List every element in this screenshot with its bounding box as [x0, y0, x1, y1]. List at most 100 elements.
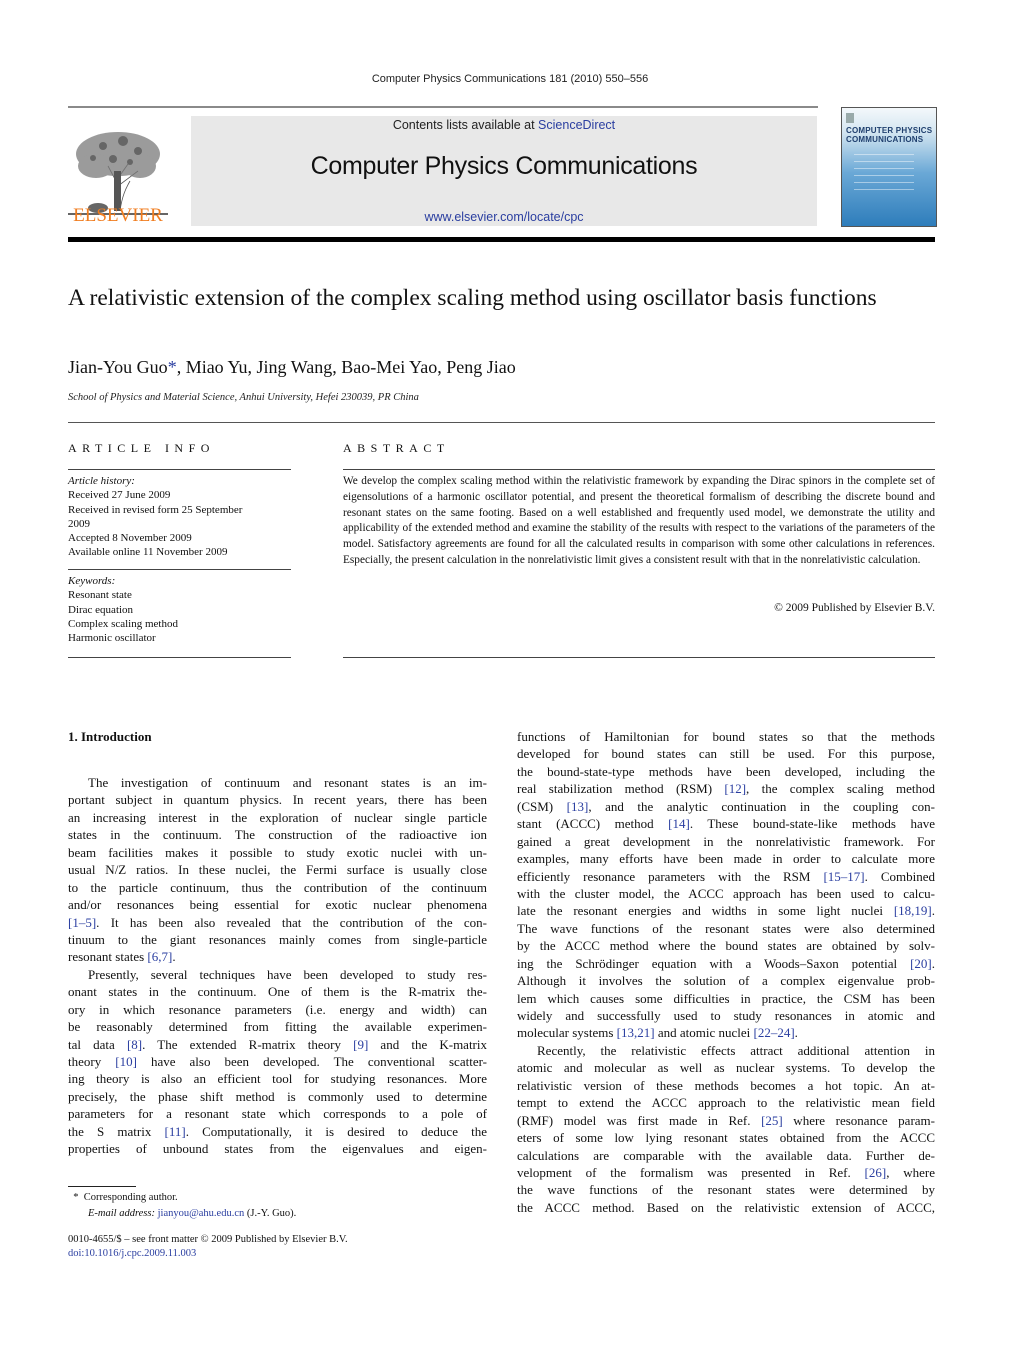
keywords: Keywords: Resonant state Dirac equation … [68, 574, 291, 645]
article-history: Article history: Received 27 June 2009 R… [68, 474, 291, 560]
cover-decoration [854, 154, 914, 196]
text-line: precisely, the phase shift method is com… [68, 1088, 487, 1104]
text-line: (RMF) model was first made in Ref. [25] … [517, 1112, 935, 1128]
text-line: and/or resonances being essential for ex… [68, 897, 487, 913]
text-line: widely and successfully used to study re… [517, 1008, 935, 1023]
text-line: the ACCC method. Based on the relativist… [517, 1199, 935, 1215]
history-item: Available online 11 November 2009 [68, 546, 228, 559]
text-line: with the cluster model, the ACCC approac… [517, 885, 935, 901]
citation-link[interactable]: [6,7] [147, 949, 172, 964]
citation-link[interactable]: [22–24] [754, 1025, 795, 1040]
citation-link[interactable]: [10] [115, 1054, 137, 1069]
article-title: A relativistic extension of the complex … [68, 285, 877, 311]
divider [68, 569, 291, 570]
citation-link[interactable]: [11] [165, 1124, 186, 1139]
citation-link[interactable]: [20] [910, 956, 932, 971]
history-item: Received 27 June 2009 [68, 489, 171, 502]
citation-link[interactable]: [14] [668, 816, 690, 831]
text-line: tempt to extend the ACCC approach to the… [517, 1095, 935, 1111]
doi-link[interactable]: doi:10.1016/j.cpc.2009.11.003 [68, 1248, 196, 1259]
text-line: tal data [8]. The extended R-matrix theo… [68, 1036, 488, 1052]
journal-cover-image: COMPUTER PHYSICS COMMUNICATIONS [841, 107, 937, 227]
abstract-copyright: © 2009 Published by Elsevier B.V. [774, 602, 935, 614]
text-line: velopment of the formalism was presented… [517, 1164, 935, 1180]
front-matter-line: 0010-4655/$ – see front matter © 2009 Pu… [68, 1234, 348, 1245]
text-line: [1–5]. It has been also revealed that th… [68, 914, 487, 930]
text-line: gained a great development in the nonrel… [517, 833, 935, 849]
text-line: lem which causes some difficulties in pr… [517, 990, 935, 1006]
text-line: late the resonant energies and widths in… [517, 903, 935, 919]
email-suffix: (J.-Y. Guo). [244, 1208, 297, 1219]
contents-prefix: Contents lists available at [392, 118, 539, 132]
text-line: an increasing interest in the exploratio… [68, 809, 487, 825]
keyword: Resonant state [68, 589, 132, 602]
text-line: onant states in the continuum. One of th… [68, 984, 487, 1000]
text-line: (CSM) [13], and the analytic continuatio… [517, 798, 936, 814]
keyword: Dirac equation [68, 603, 134, 616]
text-line: resonant states [6,7]. [68, 949, 176, 965]
citation-link[interactable]: [9] [353, 1037, 368, 1052]
text-line: beam facilities makes it possible to stu… [68, 844, 487, 860]
journal-reference: Computer Physics Communications 181 (201… [371, 73, 649, 85]
publisher-logo-text: ELSEVIER [73, 205, 163, 226]
author-rest: , Miao Yu, Jing Wang, Bao-Mei Yao, Peng … [176, 357, 516, 377]
text-line: usual N/Z ratios. In these nuclei, the F… [68, 862, 487, 878]
citation-link[interactable]: [1–5] [68, 915, 96, 930]
citation-link[interactable]: [25] [761, 1113, 783, 1128]
text-line: tinuum to the giant resonances mainly co… [68, 931, 487, 947]
title-rule [68, 422, 935, 423]
text-line: theory [10] have also been developed. Th… [68, 1054, 487, 1069]
citation-link[interactable]: [13,21] [617, 1025, 655, 1040]
footnote-rule [68, 1186, 136, 1187]
divider [343, 469, 935, 470]
text-line: be reasonably determined from fitting th… [68, 1019, 487, 1035]
text-line: eters of some low lying resonant states … [517, 1130, 935, 1146]
text-line: by the ACCC method where the bound state… [517, 938, 935, 954]
text-line: Although it involves the solution of a c… [517, 973, 935, 989]
corresponding-author-mark[interactable]: * [168, 357, 177, 377]
abstract-text: We develop the complex scaling method wi… [343, 475, 935, 566]
citation-link[interactable]: [13] [567, 799, 589, 814]
email-link[interactable]: jianyou@ahu.edu.cn [158, 1208, 245, 1219]
citation-link[interactable]: [18,19] [894, 903, 932, 918]
text-line: the S matrix [11]. Computationally, it i… [68, 1123, 488, 1139]
text-line: the wave functions of the resonant state… [517, 1182, 935, 1198]
keyword: Harmonic oscillator [68, 632, 156, 645]
text-line: Recently, the relativistic effects attra… [537, 1042, 935, 1058]
divider [343, 657, 935, 658]
text-line: properties of unbound states from the ei… [68, 1141, 487, 1157]
sciencedirect-link[interactable]: ScienceDirect [538, 118, 615, 132]
keyword: Complex scaling method [68, 617, 178, 630]
text-line: molecular systems [13,21] and atomic nuc… [517, 1025, 798, 1041]
header-thick-rule [68, 237, 935, 242]
text-line: efficiently resonance parameters with th… [517, 868, 935, 884]
citation-link[interactable]: [12] [724, 781, 746, 796]
body-column-left: The investigation of continuum and reson… [68, 774, 487, 1158]
text-line: parameters for a resonant state which co… [68, 1106, 487, 1122]
text-line: Presently, several techniques have been … [88, 966, 487, 982]
text-line: atomic and molecular as well as nuclear … [517, 1060, 935, 1076]
author-first: Jian-You Guo [68, 357, 168, 377]
text-line: The investigation of continuum and reson… [88, 775, 487, 790]
text-line: states in the continuum. The constructio… [68, 827, 487, 843]
author-list: Jian-You Guo*, Miao Yu, Jing Wang, Bao-M… [68, 357, 516, 378]
history-item: Received in revised form 25 September [68, 503, 243, 516]
history-item: 2009 [68, 517, 90, 530]
citation-link[interactable]: [15–17] [823, 869, 864, 884]
divider [68, 657, 291, 658]
text-line: real stabilization method (RSM) [12], th… [517, 781, 935, 797]
body-column-right: functions of Hamiltonian for bound state… [517, 728, 935, 1216]
journal-url-link[interactable]: www.elsevier.com/locate/cpc [424, 210, 583, 224]
citation-link[interactable]: [8] [127, 1037, 142, 1052]
text-line: ing theory is also an efficient tool for… [68, 1071, 487, 1087]
abstract-heading: ABSTRACT [343, 441, 450, 455]
citation-link[interactable]: [26] [865, 1165, 887, 1180]
text-line: functions of Hamiltonian for bound state… [517, 729, 935, 744]
section-heading-introduction: 1. Introduction [68, 729, 152, 744]
text-line: ory in which resonance parameters (i.e. … [68, 1001, 487, 1017]
text-line: the bound-state-type methods have been d… [517, 763, 935, 779]
contents-availability: Contents lists available at ScienceDirec… [191, 118, 817, 132]
email-label: E-mail address: [88, 1208, 155, 1219]
text-line: portant subject in quantum physics. In r… [68, 792, 487, 808]
text-line: ing the Schrödinger equation with a Wood… [517, 955, 935, 971]
